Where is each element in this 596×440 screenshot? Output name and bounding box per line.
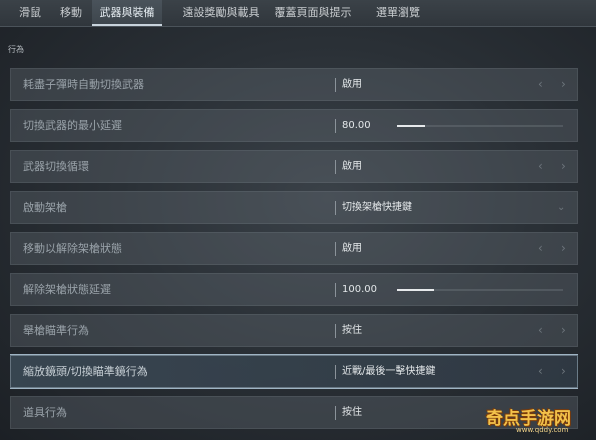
setting-row-weapon-cycle[interactable]: 武器切換循環 啟用 ‹ ›	[10, 150, 578, 183]
arrow-left-icon[interactable]: ‹	[538, 233, 543, 264]
setting-row-ads-behavior[interactable]: 舉槍瞄準行為 按住 ‹ ›	[10, 314, 578, 347]
setting-label: 道具行為	[23, 406, 67, 419]
tab-overlays-hints[interactable]: 覆蓋頁面與提示	[258, 0, 368, 26]
arrow-left-icon[interactable]: ‹	[538, 69, 543, 100]
tab-movement[interactable]: 移動	[54, 0, 88, 26]
setting-label: 解除架槍狀態延遲	[23, 283, 111, 296]
divider	[335, 160, 336, 174]
setting-label: 舉槍瞄準行為	[23, 324, 89, 337]
setting-value: 切換架槍快捷鍵	[342, 202, 412, 213]
arrow-right-icon[interactable]: ›	[561, 356, 566, 387]
divider	[335, 365, 336, 379]
divider	[335, 242, 336, 256]
setting-value: 100.00	[342, 284, 377, 295]
setting-label: 武器切換循環	[23, 160, 89, 173]
setting-value: 按住	[342, 407, 362, 418]
slider-fill	[397, 125, 426, 127]
top-tab-bar: 滑鼠 移動 武器與裝備 遠設獎勵與載具 覆蓋頁面與提示 選單瀏覽	[0, 0, 596, 27]
setting-label: 耗盡子彈時自動切換武器	[23, 78, 144, 91]
arrow-right-icon[interactable]: ›	[561, 315, 566, 346]
setting-label: 啟動架槍	[23, 201, 67, 214]
setting-row-zoom-scope-behavior[interactable]: 縮放鏡頭/切換瞄準鏡行為 近戰/最後一擊快捷鍵 ‹ ›	[10, 355, 578, 388]
setting-value: 啟用	[342, 243, 362, 254]
slider-track[interactable]	[397, 125, 563, 127]
divider	[335, 78, 336, 92]
chevron-down-icon[interactable]: ⌄	[557, 192, 565, 223]
divider	[335, 406, 336, 420]
setting-value: 啟用	[342, 79, 362, 90]
arrow-left-icon[interactable]: ‹	[538, 356, 543, 387]
setting-value: 按住	[342, 325, 362, 336]
divider	[335, 119, 336, 133]
tab-mouse[interactable]: 滑鼠	[10, 0, 50, 26]
tab-menu-navigation[interactable]: 選單瀏覽	[370, 0, 426, 26]
setting-row-move-dismount[interactable]: 移動以解除架槍狀態 啟用 ‹ ›	[10, 232, 578, 265]
divider	[335, 324, 336, 338]
arrow-right-icon[interactable]: ›	[561, 69, 566, 100]
setting-row-dismount-delay[interactable]: 解除架槍狀態延遲 100.00	[10, 273, 578, 306]
setting-value: 近戰/最後一擊快捷鍵	[342, 366, 436, 377]
arrow-left-icon[interactable]: ‹	[538, 315, 543, 346]
watermark-url: www.qddy.com	[516, 426, 569, 434]
tab-weapons-equipment[interactable]: 武器與裝備	[92, 0, 162, 26]
setting-label: 移動以解除架槍狀態	[23, 242, 122, 255]
divider	[335, 283, 336, 297]
site-watermark-logo: 奇点手游网 www.qddy.com	[476, 398, 596, 440]
setting-value: 80.00	[342, 120, 371, 131]
setting-row-auto-switch[interactable]: 耗盡子彈時自動切換武器 啟用 ‹ ›	[10, 68, 578, 101]
slider-track[interactable]	[397, 289, 563, 291]
setting-row-min-switch-delay[interactable]: 切換武器的最小延遲 80.00	[10, 109, 578, 142]
setting-row-mount[interactable]: 啟動架槍 切換架槍快捷鍵 ⌄	[10, 191, 578, 224]
arrow-right-icon[interactable]: ›	[561, 151, 566, 182]
divider	[335, 201, 336, 215]
arrow-right-icon[interactable]: ›	[561, 233, 566, 264]
setting-label: 縮放鏡頭/切換瞄準鏡行為	[23, 365, 148, 378]
arrow-left-icon[interactable]: ‹	[538, 151, 543, 182]
setting-value: 啟用	[342, 161, 362, 172]
section-title: 行為	[8, 45, 24, 54]
setting-label: 切換武器的最小延遲	[23, 119, 122, 132]
slider-fill	[397, 289, 434, 291]
